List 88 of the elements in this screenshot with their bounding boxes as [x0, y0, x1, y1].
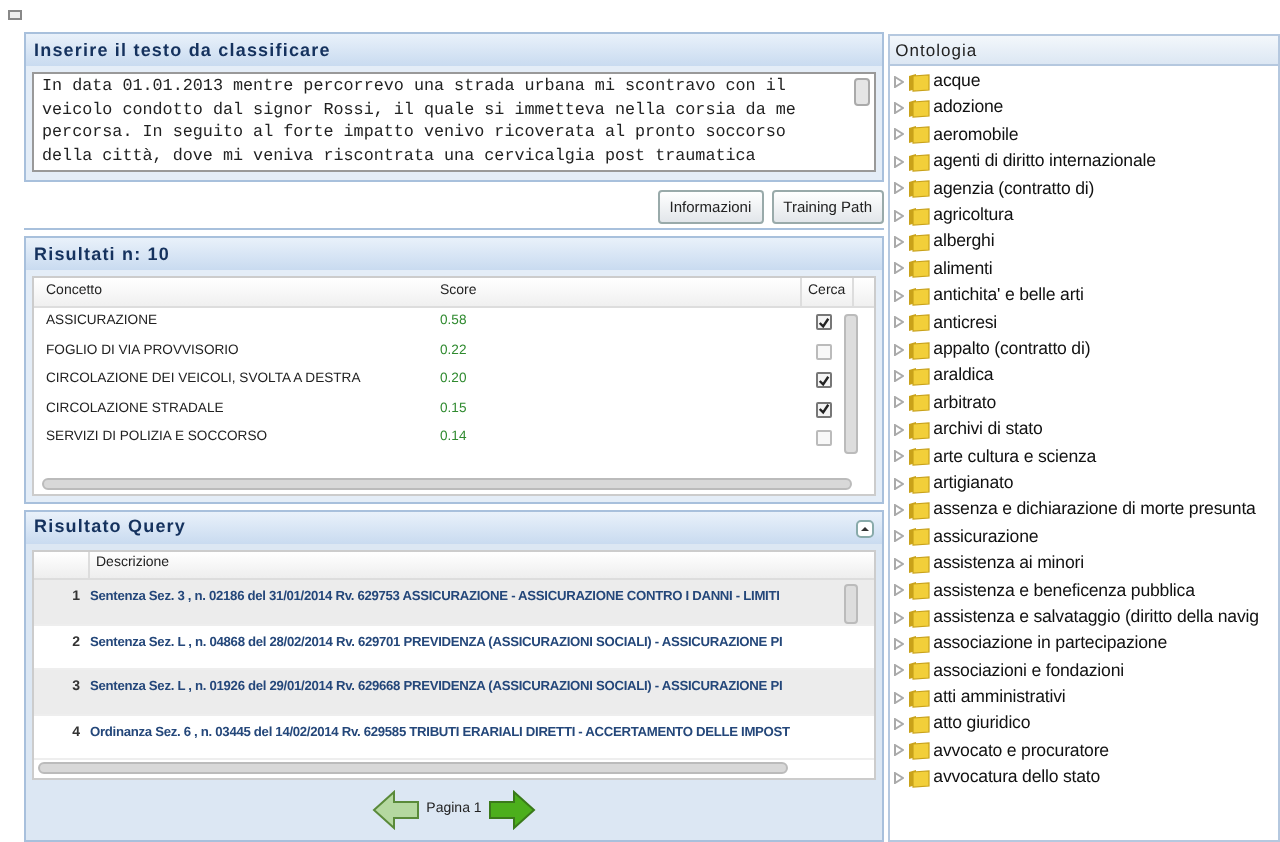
- expand-icon[interactable]: [893, 771, 904, 784]
- tree-item[interactable]: alberghi: [933, 228, 995, 256]
- panel-title: Risultati n: 10: [26, 238, 882, 270]
- tree-item[interactable]: artigianato: [933, 469, 1014, 497]
- folder-icon: [907, 446, 930, 467]
- expand-icon[interactable]: [893, 611, 904, 623]
- folder-icon: [907, 767, 930, 788]
- folder-icon: [907, 124, 930, 145]
- folder-icon: [907, 392, 930, 413]
- folder-icon: [907, 151, 930, 172]
- folder-icon: [907, 285, 930, 306]
- tree-item[interactable]: assenza e dichiarazione di morte presunta: [933, 496, 1256, 524]
- expand-icon[interactable]: [893, 530, 904, 543]
- expand-icon[interactable]: [893, 209, 904, 222]
- folder-icon: [907, 607, 930, 627]
- checkbox[interactable]: [816, 401, 832, 418]
- scrollbar[interactable]: [38, 762, 788, 774]
- tree-item[interactable]: avvocato e procuratore: [933, 737, 1109, 765]
- folder-icon: [907, 419, 930, 440]
- expand-icon[interactable]: [893, 637, 904, 650]
- tree-item[interactable]: adozione: [933, 94, 1004, 122]
- tree-item[interactable]: aeromobile: [933, 121, 1019, 149]
- expand-icon[interactable]: [893, 664, 904, 677]
- panel-title: Risultato Query: [34, 514, 187, 541]
- tree-item[interactable]: atto giuridico: [933, 710, 1031, 738]
- tree-item[interactable]: assistenza ai minori: [933, 550, 1084, 577]
- text-area[interactable]: In data 01.01.2013 mentre percorrevo una strada urbana mi scontravo con il veicolo condotto dal signor Rossi, il quale si immetteva nella corsia da me percorsa. In seguito al forte impatto venivo ricoverata al pronto soccorso della città, dove mi veniva riscontrata una cervicalgia post traumatica: [32, 72, 876, 172]
- collapse-icon[interactable]: [856, 519, 874, 537]
- tree-item[interactable]: associazioni e fondazioni: [933, 657, 1124, 684]
- scrollbar[interactable]: [42, 478, 852, 490]
- folder-icon: [907, 553, 930, 574]
- expand-icon[interactable]: [893, 691, 904, 704]
- checkbox[interactable]: [816, 430, 832, 447]
- folder-icon: [907, 580, 930, 601]
- expand-icon[interactable]: [893, 423, 904, 436]
- folder-icon: [907, 473, 930, 494]
- panel-title: Inserire il testo da classificare: [26, 34, 882, 66]
- folder-icon: [907, 258, 930, 279]
- window-icon: [8, 10, 22, 20]
- folder-icon: [907, 365, 930, 386]
- scrollbar[interactable]: [844, 314, 858, 454]
- folder-icon: [907, 660, 930, 681]
- tree-item[interactable]: assistenza e salvataggio (diritto della navig: [933, 603, 1259, 631]
- folder-icon: [907, 714, 930, 735]
- tree-item[interactable]: associazione in partecipazione: [933, 630, 1167, 657]
- folder-icon: [907, 633, 930, 654]
- tree-item[interactable]: arte cultura e scienza: [933, 443, 1097, 470]
- checkbox[interactable]: [816, 372, 832, 389]
- checkbox[interactable]: [816, 314, 832, 331]
- checkbox[interactable]: [816, 343, 832, 360]
- folder-icon: [907, 740, 930, 761]
- tree-item[interactable]: assistenza e beneficenza pubblica: [933, 577, 1195, 604]
- folder-icon: [907, 178, 930, 199]
- expand-icon[interactable]: [893, 450, 904, 463]
- right-arrow-icon[interactable]: [487, 790, 536, 830]
- tree-item[interactable]: agenzia (contratto di): [933, 175, 1095, 202]
- tree-item[interactable]: arbitrato: [933, 389, 997, 416]
- tree-item[interactable]: avvocatura dello stato: [933, 764, 1101, 791]
- expand-icon[interactable]: [893, 557, 904, 570]
- folder-icon: [907, 71, 930, 92]
- expand-icon[interactable]: [893, 155, 904, 168]
- tree-item[interactable]: acque: [933, 68, 981, 95]
- folder-icon: [907, 205, 930, 226]
- folder-icon: [907, 232, 930, 253]
- tree-item[interactable]: agenti di diritto internazionale: [933, 148, 1156, 175]
- tree-item[interactable]: appalto (contratto di): [933, 336, 1091, 363]
- tree-item[interactable]: archivi di stato: [933, 416, 1043, 443]
- expand-icon[interactable]: [893, 584, 904, 597]
- tree-item[interactable]: araldica: [933, 362, 994, 390]
- folder-icon: [907, 98, 930, 119]
- scrollbar[interactable]: [844, 584, 858, 624]
- tree-item[interactable]: anticresi: [933, 309, 998, 336]
- folder-icon: [907, 312, 930, 333]
- expand-icon[interactable]: [893, 396, 904, 409]
- folder-icon: [907, 339, 930, 360]
- tree-item[interactable]: antichita' e belle arti: [933, 282, 1084, 309]
- expand-icon[interactable]: [893, 289, 904, 302]
- expand-icon[interactable]: [893, 316, 904, 329]
- tree-item[interactable]: atti amministrativi: [933, 684, 1066, 711]
- expand-icon[interactable]: [893, 75, 904, 88]
- panel-title: Ontologia: [889, 36, 1278, 66]
- expand-icon[interactable]: [893, 182, 904, 195]
- folder-icon: [907, 499, 930, 520]
- tree-item[interactable]: assicurazione: [933, 523, 1039, 550]
- tree-item[interactable]: agricoltura: [933, 202, 1014, 229]
- tree-item[interactable]: alimenti: [933, 255, 993, 283]
- folder-icon: [907, 526, 930, 547]
- folder-icon: [907, 687, 930, 708]
